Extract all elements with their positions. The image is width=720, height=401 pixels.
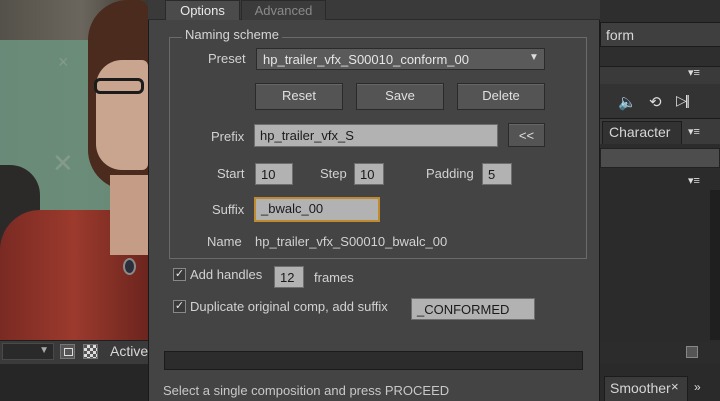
step-input[interactable]: 10 <box>354 163 384 185</box>
play-next-icon[interactable]: ▷|| <box>676 92 690 109</box>
webcam-person-face <box>96 60 148 170</box>
left-dropdown[interactable]: ▼ <box>2 343 54 360</box>
prefix-apply-button[interactable]: << <box>508 123 545 147</box>
naming-scheme-group <box>169 37 587 259</box>
start-label: Start <box>217 166 245 181</box>
suffix-label: Suffix <box>212 202 245 217</box>
speaker-icon[interactable]: 🔈 <box>618 93 637 111</box>
webcam-person-pendant <box>123 258 136 275</box>
name-preview: hp_trailer_vfx_S00010_bwalc_00 <box>255 234 448 249</box>
panel-menu-icon[interactable]: ▾≡ <box>688 174 700 187</box>
right-panel-header <box>600 66 720 84</box>
composition-icon[interactable] <box>60 344 75 359</box>
add-handles-checkbox[interactable]: ✓ <box>173 268 186 281</box>
loop-icon[interactable]: ⟲ <box>649 93 662 111</box>
save-button[interactable]: Save <box>356 83 444 110</box>
duplicate-comp-label: Duplicate original comp, add suffix <box>190 299 388 314</box>
webcam-person-glasses <box>94 78 144 94</box>
tab-character[interactable]: Character <box>602 121 682 144</box>
webcam-mark: ✕ <box>52 148 74 178</box>
tab-advanced[interactable]: Advanced <box>241 0 326 20</box>
chevron-down-icon: ▼ <box>39 345 49 356</box>
right-panel-body <box>600 170 720 342</box>
duplicate-comp-checkbox[interactable]: ✓ <box>173 300 186 313</box>
progress-bar <box>164 351 583 370</box>
close-icon[interactable]: × <box>671 379 679 394</box>
transparency-grid-icon[interactable] <box>83 344 98 359</box>
new-item-icon[interactable] <box>686 346 698 358</box>
webcam-person-neck <box>110 175 148 255</box>
delete-button[interactable]: Delete <box>457 83 545 110</box>
left-bottom-panel <box>0 364 148 401</box>
reset-button[interactable]: Reset <box>255 83 343 110</box>
frames-unit-label: frames <box>314 270 354 285</box>
add-handles-label: Add handles <box>190 267 263 282</box>
status-message: Select a single composition and press PR… <box>163 383 450 398</box>
tab-options[interactable]: Options <box>165 0 240 20</box>
handles-frames-input[interactable]: 12 <box>274 266 304 288</box>
preset-label: Preset <box>208 51 246 66</box>
conform-button[interactable]: form <box>600 22 720 47</box>
prefix-label: Prefix <box>211 129 245 144</box>
webcam-video: × ✕ <box>0 0 148 340</box>
character-font-field[interactable] <box>600 148 720 168</box>
panel-menu-icon[interactable]: ▾≡ <box>688 66 700 79</box>
active-camera-label[interactable]: Active <box>110 343 148 359</box>
name-label: Name <box>207 234 242 249</box>
more-icon[interactable]: » <box>694 380 701 394</box>
start-input[interactable]: 10 <box>255 163 293 185</box>
duplicate-suffix-input[interactable]: _CONFORMED <box>411 298 535 320</box>
padding-label: Padding <box>426 166 474 181</box>
prefix-input[interactable]: hp_trailer_vfx_S <box>254 124 498 147</box>
step-label: Step <box>320 166 347 181</box>
webcam-mark: × <box>58 52 69 72</box>
preset-dropdown[interactable]: hp_trailer_vfx_S00010_conform_00 <box>256 48 545 70</box>
panel-menu-icon[interactable]: ▾≡ <box>688 125 700 138</box>
right-scrollbar[interactable] <box>710 190 720 340</box>
padding-input[interactable]: 5 <box>482 163 512 185</box>
suffix-input[interactable]: _bwalc_00 <box>254 197 380 222</box>
naming-scheme-title: Naming scheme <box>182 27 282 42</box>
chevron-down-icon: ▼ <box>529 52 539 63</box>
